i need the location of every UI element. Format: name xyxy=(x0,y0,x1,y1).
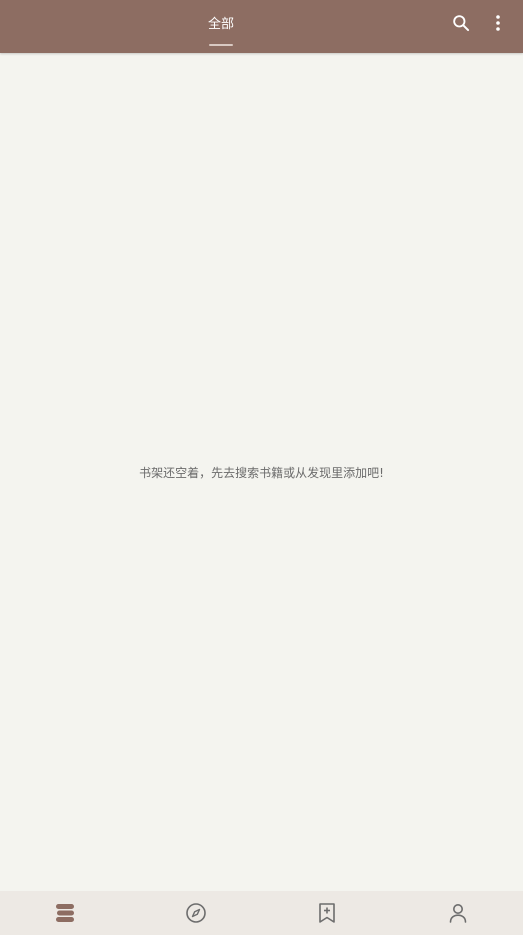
nav-profile[interactable] xyxy=(392,891,523,935)
bookshelf-icon xyxy=(54,903,76,923)
more-options-button[interactable] xyxy=(484,11,512,39)
search-button[interactable] xyxy=(447,11,475,39)
empty-shelf-message: 书架还空着，先去搜索书籍或从发现里添加吧! xyxy=(139,466,384,480)
more-vert-icon xyxy=(495,14,501,36)
tab-indicator xyxy=(209,44,233,46)
top-app-bar: 全部 xyxy=(0,0,523,53)
bottom-navigation xyxy=(0,891,523,935)
nav-discover[interactable] xyxy=(131,891,262,935)
search-icon xyxy=(451,13,471,37)
bookshelf-content: 书架还空着，先去搜索书籍或从发现里添加吧! xyxy=(0,53,523,891)
person-icon xyxy=(447,902,469,924)
nav-bookshelf[interactable] xyxy=(0,891,131,935)
compass-icon xyxy=(185,902,207,924)
tab-all[interactable]: 全部 xyxy=(196,0,246,53)
bookmark-add-icon xyxy=(317,902,337,924)
tab-all-label: 全部 xyxy=(207,17,234,32)
nav-bookmarks[interactable] xyxy=(262,891,393,935)
